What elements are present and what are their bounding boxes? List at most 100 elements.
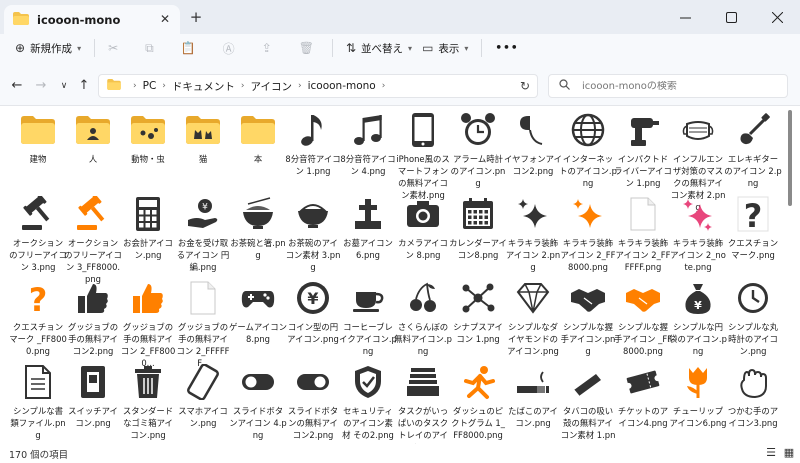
- minimize-button[interactable]: [662, 0, 708, 34]
- file-item[interactable]: スタンダードなゴミ箱アイコン.png: [120, 362, 176, 441]
- paste-button[interactable]: 📋: [176, 36, 206, 60]
- copy-button[interactable]: ⧉: [140, 36, 164, 60]
- rename-button[interactable]: Ⓐ: [218, 36, 245, 60]
- file-item[interactable]: シナプスアイコン 1.png: [450, 278, 506, 345]
- sort-button[interactable]: ⇅ 並べ替え ▾: [341, 36, 417, 60]
- file-item[interactable]: グッジョブの手の無料アイコン 2_FFFFFF...: [175, 278, 231, 369]
- breadcrumb-icons[interactable]: アイコン: [251, 79, 292, 94]
- file-item[interactable]: シンプルな書類ファイル.png: [10, 362, 66, 441]
- file-item[interactable]: ゲームアイコン 8.png: [229, 278, 287, 345]
- file-item[interactable]: たばこのアイコン.png: [505, 362, 561, 429]
- file-item[interactable]: シンプルな丸時計のアイコン.png: [725, 278, 781, 357]
- tulip-orange-icon: [678, 362, 718, 402]
- refresh-icon[interactable]: ↻: [517, 78, 533, 94]
- file-item[interactable]: お会計アイコン.png: [120, 194, 176, 261]
- view-icon: ▭: [422, 41, 434, 55]
- file-item[interactable]: スライドボタンアイコン 4.png: [229, 362, 287, 441]
- close-tab-icon[interactable]: ✕: [158, 12, 172, 26]
- view-button[interactable]: ▭ 表示 ▾: [417, 36, 473, 60]
- file-item[interactable]: ¥ シンプルな円袋のアイコン.png: [669, 278, 727, 357]
- forward-arrow-icon[interactable]: →: [33, 78, 49, 94]
- new-tab-plus-icon[interactable]: +: [188, 9, 204, 25]
- file-item[interactable]: シンプルな握手アイコン.png: [560, 278, 616, 357]
- file-item[interactable]: ? クエスチョンマーク _FF8000.png: [9, 278, 67, 357]
- file-item[interactable]: シンプルなダイヤモンドのアイコン.png: [505, 278, 561, 357]
- file-item[interactable]: アラーム時計のアイコン.png: [450, 110, 506, 189]
- file-item[interactable]: 動物・虫: [120, 110, 176, 165]
- breadcrumb-icooon-mono[interactable]: icooon-mono: [308, 80, 376, 92]
- file-item[interactable]: キラキラ装飾アイコン 2_FFFFFF.png: [615, 194, 671, 273]
- share-button[interactable]: ⇪: [257, 36, 282, 60]
- file-item[interactable]: グッジョブの手の無料アイコン2.png: [65, 278, 121, 357]
- svg-text:?: ?: [29, 281, 48, 316]
- file-item[interactable]: 猫: [175, 110, 231, 165]
- file-item[interactable]: チューリップアイコン6.png: [669, 362, 727, 429]
- file-item[interactable]: スイッチアイコン.png: [65, 362, 121, 429]
- file-item[interactable]: タスクがいっぱいのタスクトレイのアイコン.png: [395, 362, 451, 444]
- file-item[interactable]: ダッシュのピクトグラム 1_FF8000.png: [450, 362, 506, 441]
- file-item[interactable]: お茶碗のアイコン素材 3.png: [285, 194, 341, 273]
- vertical-scrollbar[interactable]: [788, 110, 792, 206]
- file-item[interactable]: 本: [230, 110, 286, 165]
- file-item[interactable]: さくらんぼの無料アイコン.png: [394, 278, 452, 357]
- file-item[interactable]: キラキラ装飾アイコン 2_FF8000.png: [560, 194, 616, 273]
- delete-button[interactable]: 🗑: [294, 36, 324, 60]
- file-item[interactable]: スライドボタンの無料アイコン2.png: [285, 362, 341, 441]
- trash-can-icon: [128, 362, 168, 402]
- file-item[interactable]: iPhone風のスマートフォンの無料アイコン素材.png: [395, 110, 451, 201]
- file-item[interactable]: セキュリティのアイコン素材 その2.png: [340, 362, 396, 441]
- file-item[interactable]: オークションのフリーアイコン 3.png: [9, 194, 67, 273]
- file-item[interactable]: カメラアイコン 8.png: [395, 194, 451, 261]
- file-item[interactable]: カレンダーアイコン8.png: [449, 194, 507, 261]
- file-item[interactable]: 人: [65, 110, 121, 165]
- file-item[interactable]: 8分音符アイコン 1.png: [285, 110, 341, 177]
- file-item[interactable]: お墓アイコン 6.png: [340, 194, 396, 261]
- new-button[interactable]: ⊕ 新規作成 ▾: [10, 36, 86, 60]
- large-icons-view-icon[interactable]: ▦: [782, 446, 796, 460]
- file-item[interactable]: お茶碗と箸.png: [230, 194, 286, 261]
- file-item[interactable]: ? クエスチョンマーク.png: [725, 194, 781, 261]
- file-item[interactable]: エレキギターのアイコン 2.png: [724, 110, 782, 189]
- file-item[interactable]: コーヒーブレイクアイコン.png: [339, 278, 397, 357]
- file-item-label: さくらんぼの無料アイコン.png: [394, 322, 452, 356]
- title-bar: icooon-mono ✕ +: [0, 0, 800, 34]
- search-box[interactable]: [548, 74, 788, 98]
- file-item[interactable]: 建物: [10, 110, 66, 165]
- search-input[interactable]: [582, 80, 772, 92]
- recent-locations-chevron-icon[interactable]: ∨: [56, 78, 72, 94]
- file-item[interactable]: インターネットのアイコン.png: [559, 110, 617, 189]
- file-item[interactable]: スマホアイコン.png: [175, 362, 231, 429]
- file-item[interactable]: キラキラ装飾アイコン 2_note.png: [670, 194, 726, 273]
- sort-icon: ⇅: [345, 41, 357, 55]
- breadcrumb-documents[interactable]: ドキュメント: [172, 79, 235, 94]
- sparkle-icon: [513, 194, 553, 234]
- up-arrow-icon[interactable]: ↑: [76, 78, 92, 94]
- file-item[interactable]: 8分音符アイコン 4.png: [340, 110, 396, 177]
- file-item[interactable]: グッジョブの手の無料アイコン 2_FF8000...: [120, 278, 176, 369]
- folder-icon: [13, 11, 29, 28]
- maximize-button[interactable]: [708, 0, 754, 34]
- breadcrumb-pc[interactable]: PC: [143, 80, 157, 92]
- file-item[interactable]: シンプルな握手アイコン _FF8000.png: [614, 278, 672, 357]
- folder-icon: [238, 110, 278, 150]
- file-item[interactable]: キラキラ装飾アイコン 2.png: [505, 194, 561, 273]
- close-window-button[interactable]: [754, 0, 800, 34]
- back-arrow-icon[interactable]: ←: [9, 78, 25, 94]
- file-item[interactable]: タバコの吸い殻の無料アイコン素材 1.png: [560, 362, 616, 444]
- file-item[interactable]: ¥ お金を受け取るアイコン 円編.png: [175, 194, 231, 273]
- file-item-label: セキュリティのアイコン素材 その2.png: [342, 406, 394, 440]
- address-bar[interactable]: › PC › ドキュメント › アイコン › icooon-mono ›: [98, 74, 538, 98]
- gavel-orange-icon: [73, 194, 113, 234]
- more-options-button[interactable]: •••: [490, 36, 523, 60]
- file-item[interactable]: つかむ手のアイコン3.png: [725, 362, 781, 429]
- file-item[interactable]: ¥ コイン型の円アイコン.png: [285, 278, 341, 345]
- file-item[interactable]: オークションのフリーアイコン 3_FF8000.png: [64, 194, 122, 285]
- tab-icooon-mono[interactable]: icooon-mono ✕: [4, 5, 180, 34]
- file-item[interactable]: チケットのアイコン4.png: [615, 362, 671, 429]
- cut-button[interactable]: ✂: [103, 36, 128, 60]
- chevron-down-icon: ▾: [464, 43, 469, 53]
- rice-bowl-icon: [293, 194, 333, 234]
- details-view-icon[interactable]: ☰: [764, 446, 778, 460]
- file-item[interactable]: イヤフォンアイコン2.png: [504, 110, 562, 177]
- file-item[interactable]: インパクトドライバーアイコン 1.png: [614, 110, 672, 189]
